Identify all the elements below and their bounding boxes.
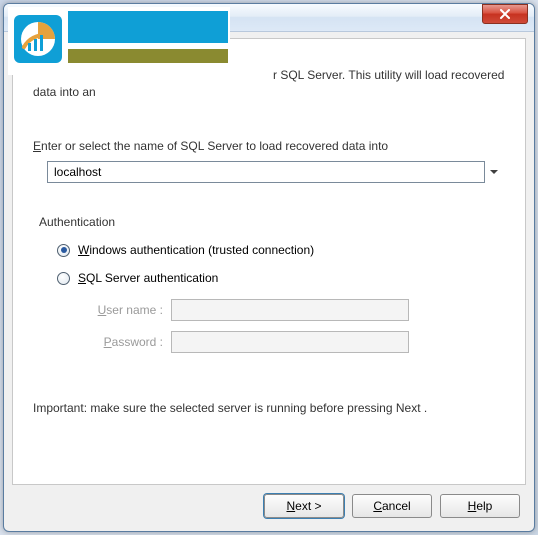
wizard-footer: Next > Cancel Help — [12, 489, 526, 523]
password-label: Password : — [85, 335, 171, 349]
branding-overlay — [8, 7, 230, 75]
radio-sqlserver-auth[interactable]: SQL Server authentication — [57, 271, 505, 285]
radio-icon — [57, 244, 70, 257]
radio-label: SQL Server authentication — [78, 271, 218, 285]
username-label: User name : — [85, 303, 171, 317]
app-logo-icon — [8, 7, 68, 71]
chevron-down-icon — [487, 165, 501, 179]
server-label: Enter or select the name of SQL Server t… — [33, 139, 505, 153]
important-note: Important: make sure the selected server… — [33, 401, 505, 415]
password-input[interactable] — [171, 331, 409, 353]
wizard-window: ility — [3, 3, 535, 532]
username-row: User name : — [85, 299, 505, 321]
help-button[interactable]: Help — [440, 494, 520, 518]
cancel-button[interactable]: Cancel — [352, 494, 432, 518]
close-button[interactable] — [482, 4, 528, 24]
wizard-page: xxxxxxxxxxxxxxxxxxxxxxxxxxxxxxxxxxxxxxxx… — [12, 38, 526, 485]
close-icon — [499, 9, 511, 19]
radio-windows-auth[interactable]: Windows authentication (trusted connecti… — [57, 243, 505, 257]
auth-group: Authentication Windows authentication (t… — [39, 215, 505, 353]
username-input[interactable] — [171, 299, 409, 321]
radio-icon — [57, 272, 70, 285]
radio-label: Windows authentication (trusted connecti… — [78, 243, 314, 257]
password-row: Password : — [85, 331, 505, 353]
auth-title: Authentication — [39, 215, 505, 229]
server-select[interactable] — [47, 161, 505, 183]
next-button[interactable]: Next > — [264, 494, 344, 518]
server-combobox[interactable] — [47, 161, 485, 183]
branding-bars — [68, 11, 228, 63]
